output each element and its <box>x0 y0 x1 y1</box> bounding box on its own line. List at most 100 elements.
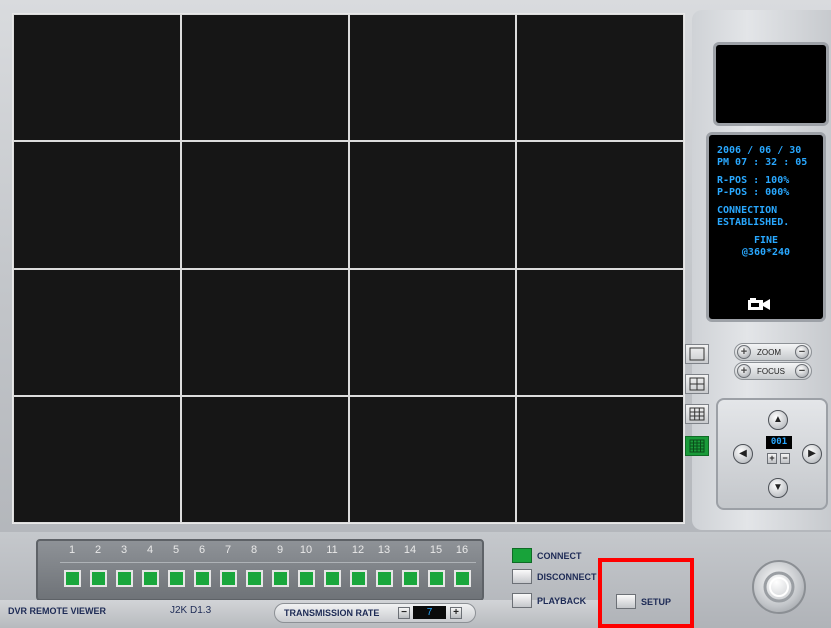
camera-number-display: 001 <box>766 436 792 449</box>
layout-1x1-button[interactable] <box>685 344 709 364</box>
video-cell-11[interactable] <box>348 268 517 396</box>
connection-text-1: CONNECTION <box>717 205 778 216</box>
channel-1-button[interactable] <box>64 570 81 587</box>
channel-15-button[interactable] <box>428 570 445 587</box>
channel-5-button[interactable] <box>168 570 185 587</box>
setup-highlight-box <box>598 558 694 628</box>
channel-4-button[interactable] <box>142 570 159 587</box>
app-title: DVR REMOTE VIEWER <box>8 606 107 616</box>
video-cell-15[interactable] <box>348 395 517 524</box>
channel-11-button[interactable] <box>324 570 341 587</box>
sixteen-view-icon <box>689 439 705 453</box>
video-cell-8[interactable] <box>516 141 684 269</box>
channel-9-button[interactable] <box>272 570 289 587</box>
channel-number: 7 <box>224 544 232 556</box>
channel-3-button[interactable] <box>116 570 133 587</box>
channel-number: 6 <box>198 544 206 556</box>
channel-number: 10 <box>299 544 313 556</box>
arrow-up-icon: ▲ <box>773 414 783 425</box>
channel-6-button[interactable] <box>194 570 211 587</box>
playback-button[interactable] <box>512 593 532 608</box>
transmission-rate-value: 7 <box>413 606 446 619</box>
layout-3x3-button[interactable] <box>685 404 709 424</box>
channel-7-button[interactable] <box>220 570 237 587</box>
channel-number: 16 <box>455 544 469 556</box>
quad-view-icon <box>689 377 705 391</box>
video-cell-5[interactable] <box>13 141 181 269</box>
disconnect-label: DISCONNECT <box>537 572 597 582</box>
ptz-down-button[interactable]: ▼ <box>768 478 788 498</box>
video-cell-12[interactable] <box>516 268 684 396</box>
channel-number: 2 <box>94 544 102 556</box>
channel-number: 9 <box>276 544 284 556</box>
arrow-left-icon: ◀ <box>739 448 747 459</box>
r-pos-text: R-POS : 100% <box>717 175 790 186</box>
channel-number: 15 <box>429 544 443 556</box>
channel-number: 1 <box>68 544 76 556</box>
channel-16-button[interactable] <box>454 570 471 587</box>
transmission-rate-label: TRANSMISSION RATE <box>284 608 380 618</box>
info-panel: 2006 / 06 / 30 PM 07 : 32 : 05 R-POS : 1… <box>706 132 826 322</box>
camera-plus-button[interactable]: + <box>767 453 777 464</box>
transmission-rate-minus-button[interactable]: − <box>398 607 410 619</box>
layout-2x2-button[interactable] <box>685 374 709 394</box>
power-button[interactable] <box>752 560 806 614</box>
zoom-out-button[interactable]: − <box>795 345 809 359</box>
video-grid[interactable] <box>12 13 685 524</box>
channel-number: 4 <box>146 544 154 556</box>
video-cell-7[interactable] <box>348 141 517 269</box>
connect-label: CONNECT <box>537 551 582 561</box>
date-text: 2006 / 06 / 30 <box>717 145 802 156</box>
zoom-control: + ZOOM − <box>734 343 812 361</box>
focus-in-button[interactable]: + <box>737 364 751 378</box>
app-version: J2K D1.3 <box>170 605 212 616</box>
arrow-right-icon: ▶ <box>808 448 816 459</box>
ptz-right-button[interactable]: ▶ <box>802 444 822 464</box>
zoom-label: ZOOM <box>757 348 781 357</box>
nine-view-icon <box>689 407 705 421</box>
channel-divider <box>60 562 476 563</box>
channel-2-button[interactable] <box>90 570 107 587</box>
ptz-left-button[interactable]: ◀ <box>733 444 753 464</box>
preview-screen <box>713 42 829 126</box>
video-cell-1[interactable] <box>13 13 181 142</box>
focus-label: FOCUS <box>757 367 785 376</box>
video-cell-16[interactable] <box>516 395 684 524</box>
video-cell-10[interactable] <box>180 268 349 396</box>
channel-number: 8 <box>250 544 258 556</box>
focus-control: + FOCUS − <box>734 362 812 380</box>
channel-number: 14 <box>403 544 417 556</box>
playback-label: PLAYBACK <box>537 596 587 606</box>
video-cell-9[interactable] <box>13 268 181 396</box>
channel-10-button[interactable] <box>298 570 315 587</box>
layout-4x4-button[interactable] <box>685 436 709 456</box>
focus-out-button[interactable]: − <box>795 364 809 378</box>
channel-number: 3 <box>120 544 128 556</box>
arrow-down-icon: ▼ <box>773 482 783 493</box>
single-view-icon <box>689 347 705 361</box>
video-cell-3[interactable] <box>348 13 517 142</box>
zoom-in-button[interactable]: + <box>737 345 751 359</box>
video-cell-6[interactable] <box>180 141 349 269</box>
connect-button[interactable] <box>512 548 532 563</box>
channel-12-button[interactable] <box>350 570 367 587</box>
camera-minus-button[interactable]: − <box>780 453 790 464</box>
channel-number: 11 <box>326 544 338 556</box>
channel-8-button[interactable] <box>246 570 263 587</box>
camera-icon <box>748 298 770 310</box>
video-cell-4[interactable] <box>516 13 684 142</box>
video-cell-13[interactable] <box>13 395 181 524</box>
transmission-rate-plus-button[interactable]: + <box>450 607 462 619</box>
quality-text: FINE <box>753 235 779 246</box>
video-cell-14[interactable] <box>180 395 349 524</box>
time-text: PM 07 : 32 : 05 <box>717 157 808 168</box>
channel-13-button[interactable] <box>376 570 393 587</box>
resolution-text: @360*240 <box>741 247 791 258</box>
video-cell-2[interactable] <box>180 13 349 142</box>
power-icon <box>763 571 795 603</box>
p-pos-text: P-POS : 000% <box>717 187 790 198</box>
disconnect-button[interactable] <box>512 569 532 584</box>
connection-text-2: ESTABLISHED. <box>717 217 790 228</box>
ptz-up-button[interactable]: ▲ <box>768 410 788 430</box>
channel-14-button[interactable] <box>402 570 419 587</box>
